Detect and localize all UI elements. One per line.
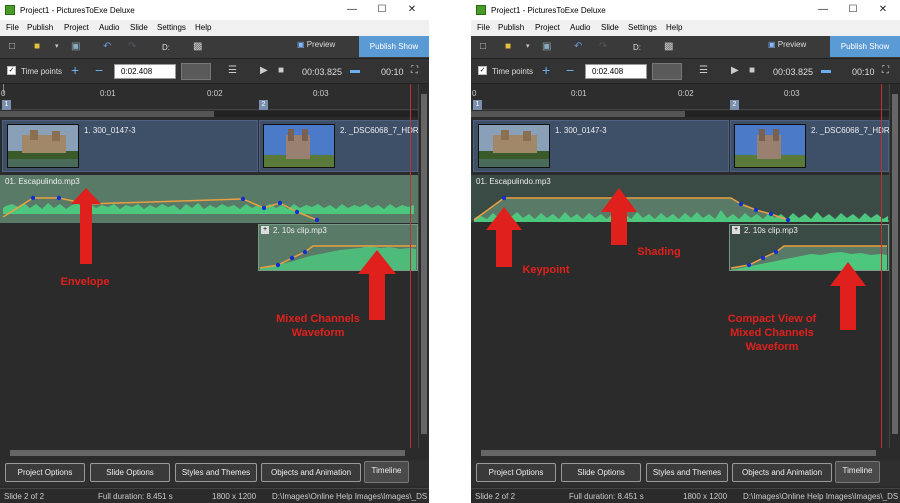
annotation-compact-waveform: Compact View of Mixed Channels Waveform: [727, 313, 817, 353]
annotation-arrow: [830, 262, 866, 330]
annotation-shading: Shading: [637, 246, 681, 258]
annotation-arrow: [601, 188, 637, 245]
annotation-keypoint: Keypoint: [522, 264, 570, 276]
annotation-arrows-right: [486, 188, 866, 330]
annotation-arrow: [486, 207, 522, 267]
